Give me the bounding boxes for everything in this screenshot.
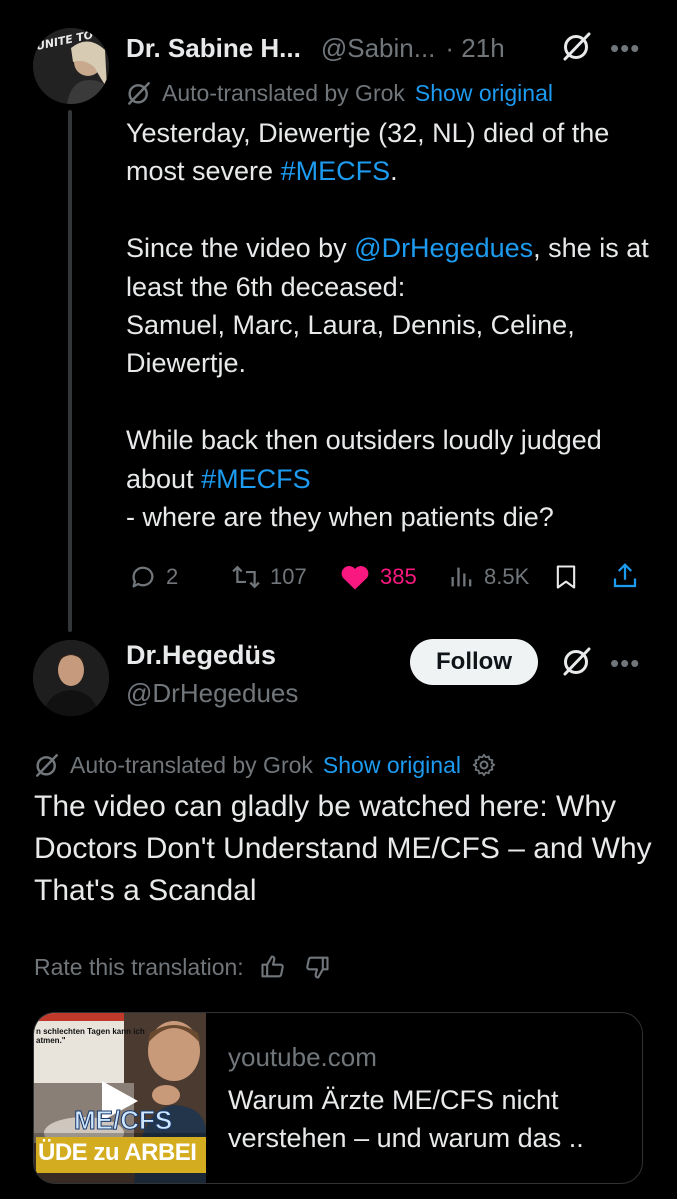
video-thumbnail[interactable]: n schlechten Tagen kann ich atmen." ME/C… xyxy=(34,1013,206,1183)
author-handle[interactable]: @Sabin... xyxy=(321,33,436,64)
grok-icon xyxy=(34,752,60,778)
post-body: Yesterday, Diewertje (32, NL) died of th… xyxy=(126,114,656,536)
translation-label: Auto-translated by Grok xyxy=(162,79,405,106)
more-options-icon[interactable]: ••• xyxy=(610,648,640,679)
hashtag-link[interactable]: #MECFS xyxy=(201,464,311,494)
avatar[interactable]: UNITE TO FIGHT xyxy=(33,28,109,104)
repost-button[interactable]: 107 xyxy=(230,560,307,594)
author-name[interactable]: Dr.Hegedüs xyxy=(126,640,276,671)
post-body: The video can gladly be watched here: Wh… xyxy=(34,790,652,907)
reply-button[interactable]: 2 xyxy=(128,560,178,594)
gear-icon[interactable] xyxy=(471,752,497,778)
heart-icon xyxy=(341,566,369,590)
more-options-icon[interactable]: ••• xyxy=(610,33,640,64)
post-header: Dr. Sabine H... @Sabin... · 21h xyxy=(126,26,505,70)
rate-translation: Rate this translation: xyxy=(34,950,332,984)
post-time[interactable]: · 21h xyxy=(445,33,504,64)
grok-icon xyxy=(126,80,152,106)
follow-button[interactable]: Follow xyxy=(410,639,538,685)
avatar[interactable] xyxy=(33,640,109,716)
translation-label: Auto-translated by Grok xyxy=(70,751,313,778)
grok-icon[interactable] xyxy=(561,645,593,682)
show-original-link[interactable]: Show original xyxy=(323,752,461,779)
thumbs-up-icon[interactable] xyxy=(258,953,288,981)
reply-icon xyxy=(132,566,154,588)
views-icon xyxy=(451,567,472,587)
card-domain: youtube.com xyxy=(228,1042,377,1072)
body-text: - where are they when patients die? xyxy=(126,502,554,533)
views-button[interactable]: 8.5K xyxy=(448,560,529,594)
thumbnail-subtitle: ÜDE zu ARBEI xyxy=(38,1139,197,1166)
thumbnail-title: ME/CFS xyxy=(73,1105,173,1136)
card-title: Warum Ärzte ME/CFS nicht verstehen – und… xyxy=(228,1085,584,1153)
grok-icon[interactable] xyxy=(561,30,593,67)
author-name[interactable]: Dr. Sabine H... xyxy=(126,33,301,64)
thumbnail-caption: n schlechten Tagen kann ich atmen." xyxy=(36,1027,145,1045)
thread-line xyxy=(68,110,72,632)
hashtag-link[interactable]: #MECFS xyxy=(281,156,391,186)
repost-icon xyxy=(232,565,260,589)
thumbs-down-icon[interactable] xyxy=(302,953,332,981)
translation-bar: Auto-translated by Grok Show original xyxy=(126,76,553,110)
show-original-link[interactable]: Show original xyxy=(415,80,553,107)
views-count: 8.5K xyxy=(484,564,530,589)
like-count: 385 xyxy=(380,564,417,589)
bookmark-icon[interactable] xyxy=(552,562,580,597)
body-text: , she is at least the 6th deceased: Samu… xyxy=(126,233,649,494)
share-icon[interactable] xyxy=(610,560,640,597)
translation-bar: Auto-translated by Grok Show original xyxy=(34,748,497,782)
rate-label: Rate this translation: xyxy=(34,953,244,980)
author-handle[interactable]: @DrHegedues xyxy=(126,678,298,709)
reply-count: 2 xyxy=(166,564,179,589)
link-preview-card[interactable]: n schlechten Tagen kann ich atmen." ME/C… xyxy=(33,1012,643,1184)
repost-count: 107 xyxy=(270,564,307,589)
mention-link[interactable]: @DrHegedues xyxy=(354,233,533,263)
like-button[interactable]: 385 xyxy=(338,560,417,594)
